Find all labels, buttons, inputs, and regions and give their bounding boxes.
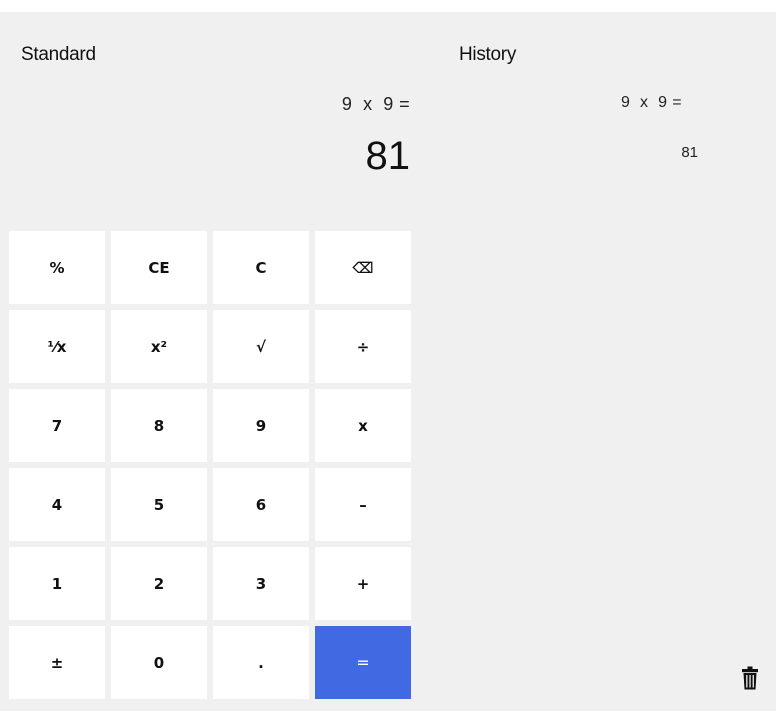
digit-4-button[interactable]: 4 <box>9 468 105 541</box>
decimal-button[interactable]: . <box>213 626 309 699</box>
keypad: % CE C ⌫ ⅟x x² √ ÷ 7 8 9 x 4 5 6 – 1 2 3… <box>9 231 413 703</box>
expression-display: 9 x 9 = <box>341 94 410 114</box>
square-button[interactable]: x² <box>111 310 207 383</box>
digit-9-button[interactable]: 9 <box>213 389 309 462</box>
digit-8-button[interactable]: 8 <box>111 389 207 462</box>
digit-7-button[interactable]: 7 <box>9 389 105 462</box>
subtract-button[interactable]: – <box>315 468 411 541</box>
digit-3-button[interactable]: 3 <box>213 547 309 620</box>
digit-1-button[interactable]: 1 <box>9 547 105 620</box>
history-item-expression[interactable]: 9 x 9 = <box>621 94 682 112</box>
add-button[interactable]: + <box>315 547 411 620</box>
multiply-button[interactable]: x <box>315 389 411 462</box>
digit-2-button[interactable]: 2 <box>111 547 207 620</box>
clear-button[interactable]: C <box>213 231 309 304</box>
history-title: History <box>459 44 517 65</box>
backspace-button[interactable]: ⌫ <box>315 231 411 304</box>
reciprocal-button[interactable]: ⅟x <box>9 310 105 383</box>
negate-button[interactable]: ± <box>9 626 105 699</box>
clear-entry-button[interactable]: CE <box>111 231 207 304</box>
digit-6-button[interactable]: 6 <box>213 468 309 541</box>
equals-button[interactable]: = <box>315 626 411 699</box>
digit-0-button[interactable]: 0 <box>111 626 207 699</box>
trash-icon[interactable] <box>741 666 759 690</box>
history-item-result[interactable]: 81 <box>681 144 698 161</box>
result-display: 81 <box>365 134 411 178</box>
divide-button[interactable]: ÷ <box>315 310 411 383</box>
percent-button[interactable]: % <box>9 231 105 304</box>
square-root-button[interactable]: √ <box>213 310 309 383</box>
calculator-app: Standard History 9 x 9 = 81 9 x 9 = 81 %… <box>0 12 776 711</box>
mode-title: Standard <box>21 44 96 65</box>
digit-5-button[interactable]: 5 <box>111 468 207 541</box>
